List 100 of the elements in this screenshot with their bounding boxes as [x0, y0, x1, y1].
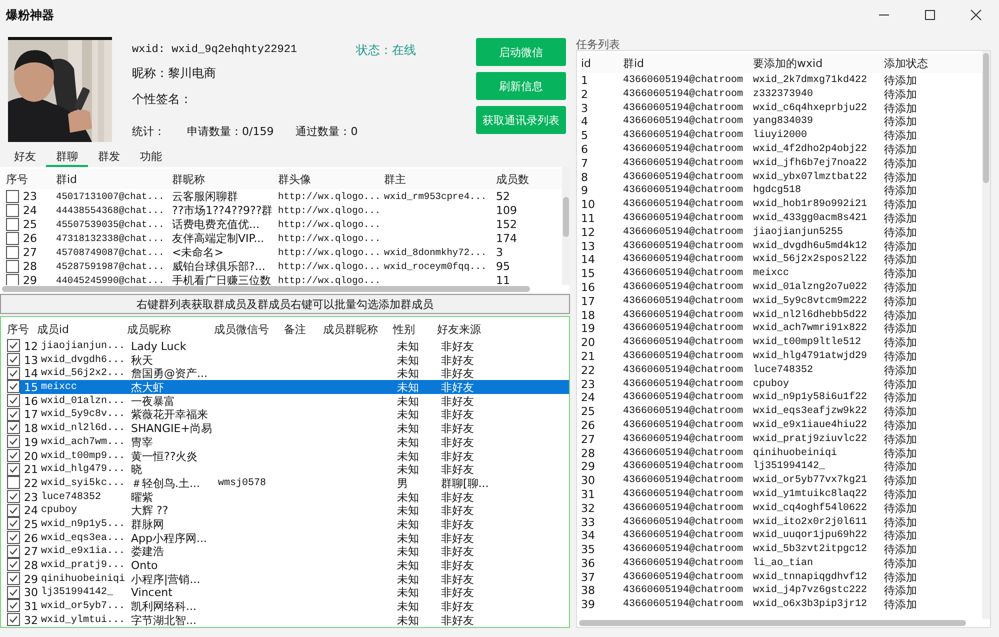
column-header[interactable]: 成员微信号: [214, 322, 284, 336]
checkbox[interactable]: [7, 353, 20, 366]
table-cell-text: 待添加: [884, 432, 918, 447]
table-cell-text: 43660605194@chatroom: [623, 102, 744, 114]
table-row[interactable]: 26 wxid_eqs3ea... App小程序网... 未知 非好友: [20, 530, 569, 544]
table-row[interactable]: 20 wxid_t00mp9... 黄一恒??火炎 未知 非好友: [20, 448, 569, 462]
column-header[interactable]: 成员id: [37, 322, 127, 336]
checkbox[interactable]: [7, 476, 20, 490]
column-header[interactable]: 成员昵称: [127, 322, 214, 336]
checkbox[interactable]: [6, 232, 19, 245]
column-header[interactable]: 群id: [56, 172, 172, 186]
checkbox[interactable]: [7, 408, 20, 421]
checkbox[interactable]: [6, 246, 19, 259]
table-row[interactable]: 28 wxid_pratj9... Onto 未知 非好友: [20, 558, 569, 572]
checkbox[interactable]: [7, 558, 20, 572]
checkbox[interactable]: [7, 572, 20, 586]
checkbox[interactable]: [7, 435, 20, 448]
table-row[interactable]: 19 wxid_ach7wm... 冑宰 未知 非好友: [20, 434, 569, 448]
checkbox[interactable]: [7, 599, 20, 612]
table-row[interactable]: 29 qinihuobeiniqi 小程序|营销... 未知 非好友: [20, 572, 569, 586]
table-row[interactable]: 24 cpuboy 大辉 ?? 未知 非好友: [20, 503, 569, 517]
column-header[interactable]: 成员群昵称: [323, 322, 393, 336]
table-cell-text: 18: [581, 308, 596, 322]
table-cell-text: 非好友: [441, 585, 475, 600]
checkbox[interactable]: [7, 448, 20, 462]
table-cell-text: wxid_nl2l6dhebb5d22: [753, 310, 868, 321]
table-cell-text: 43660605194@chatroom: [623, 572, 744, 583]
checkbox[interactable]: [6, 218, 19, 231]
table-cell-text: luce748352: [753, 364, 814, 376]
checkbox[interactable]: [7, 517, 20, 530]
table-row[interactable]: 27 wxid_e9x1ia... 娄建浩 未知 非好友: [20, 544, 569, 558]
column-header[interactable]: id: [581, 56, 623, 70]
table-row[interactable]: 16 wxid_01alzn... 一夜暴富 未知 非好友: [20, 394, 569, 408]
table-row[interactable]: 23 luce748352 曜紫 未知 非好友: [20, 490, 569, 504]
request-count: 申请数量：0/159: [187, 124, 274, 139]
column-header[interactable]: 群头像: [278, 172, 384, 186]
table-cell-text: qinihuobeiniqi: [41, 574, 126, 585]
column-header[interactable]: 群主: [384, 172, 496, 186]
checkbox[interactable]: [7, 394, 20, 408]
checkbox[interactable]: [6, 204, 19, 217]
table-row[interactable]: 25 wxid_n9p1y5... 群脉网 未知 非好友: [20, 516, 569, 531]
table-cell-text: http://wx.qlogo...: [278, 205, 382, 216]
column-header[interactable]: 序号: [6, 172, 56, 186]
column-header[interactable]: 序号: [7, 322, 37, 336]
column-header[interactable]: 添加状态: [884, 56, 956, 70]
horizontal-scrollbar[interactable]: [579, 620, 966, 626]
tab[interactable]: 群发: [88, 147, 130, 167]
table-row[interactable]: 13 wxid_dvgdh6... 秋天 未知 非好友: [20, 352, 569, 366]
table-cell-text: 43660605194@chatroom: [623, 185, 744, 196]
table-row[interactable]: 31 wxid_or5yb7... 凯利网络科... 未知 非好友: [20, 599, 569, 613]
checkbox[interactable]: [7, 462, 20, 476]
table-row[interactable]: 32 wxid_ylmtui... 字节湖北智... 未知 非好友: [20, 612, 569, 626]
checkbox[interactable]: [6, 274, 19, 285]
table-cell-text: 未知: [397, 585, 420, 600]
checkbox[interactable]: [7, 380, 20, 394]
table-row[interactable]: 22 wxid_syi5kc... ＃轻创鸟.土... wmsj0578 男 群聊[聊...: [20, 476, 569, 490]
checkbox[interactable]: [6, 190, 19, 203]
table-cell-text: wxid_5y9c8vtcm9m222: [753, 296, 868, 307]
checkbox[interactable]: [7, 421, 20, 434]
table-cell-text: wxid_4f2dho2p4obj22: [753, 144, 868, 155]
table-cell-text: 21: [581, 350, 596, 363]
checkbox[interactable]: [7, 586, 20, 599]
horizontal-scrollbar[interactable]: [2, 286, 530, 292]
table-cell-text: cpuboy: [41, 505, 78, 516]
table-row[interactable]: 15 meixcc 杰大虾 未知 非好友: [20, 380, 569, 394]
table-cell-text: 待添加: [884, 542, 918, 558]
table-row[interactable]: 17 wxid_5y9c8v... 紫薇花开幸福来 未知 非好友: [20, 407, 569, 422]
table-cell-text: 27: [581, 432, 596, 446]
column-header[interactable]: 成员数: [496, 172, 546, 186]
table-cell-text: wxid_c6q4hxeprbju22: [753, 102, 868, 114]
column-header[interactable]: 群昵称: [172, 172, 278, 186]
table-row[interactable]: 21 wxid_hlg479... 晓 未知 非好友: [20, 462, 569, 476]
checkbox[interactable]: [7, 339, 20, 352]
table-cell-text: 22: [581, 364, 596, 377]
table-row[interactable]: 12 jiaojianjun... Lady Luck 未知 非好友: [20, 339, 569, 353]
table-cell-text: 大辉 ??: [131, 503, 170, 518]
checkbox[interactable]: [7, 504, 20, 517]
checkbox[interactable]: [6, 260, 19, 273]
table-row[interactable]: 30 lj351994142_ Vincent 未知 非好友: [20, 585, 569, 600]
table-cell-text: wxid_nl2l6d...: [41, 423, 126, 434]
column-header[interactable]: 要添加的wxid: [753, 56, 884, 70]
tab[interactable]: 功能: [130, 147, 172, 167]
table-cell-text: 未知: [397, 421, 420, 436]
checkbox[interactable]: [7, 366, 20, 380]
column-header[interactable]: 性别: [393, 322, 437, 336]
checkbox[interactable]: [7, 613, 20, 626]
table-row[interactable]: 14 wxid_56j2x2... 詹国勇@资产... 未知 非好友: [20, 366, 569, 380]
checkbox[interactable]: [7, 530, 20, 544]
table-cell-text: 杰大虾: [131, 380, 165, 396]
table-cell-text: wxid_ach7wmri91x822: [753, 323, 868, 334]
checkbox[interactable]: [7, 544, 20, 558]
vertical-scrollbar[interactable]: [982, 51, 990, 619]
table-row[interactable]: 18 wxid_nl2l6d... SHANGIE+尚易 未知 非好友: [20, 421, 569, 435]
checkbox[interactable]: [7, 490, 20, 503]
column-header[interactable]: 群id: [623, 56, 753, 70]
tab[interactable]: 好友: [4, 147, 46, 167]
column-header[interactable]: 备注: [284, 322, 323, 336]
table-cell-text: 15: [581, 267, 596, 280]
table-cell-text: 非好友: [441, 352, 475, 368]
column-header[interactable]: 好友来源: [437, 322, 497, 336]
